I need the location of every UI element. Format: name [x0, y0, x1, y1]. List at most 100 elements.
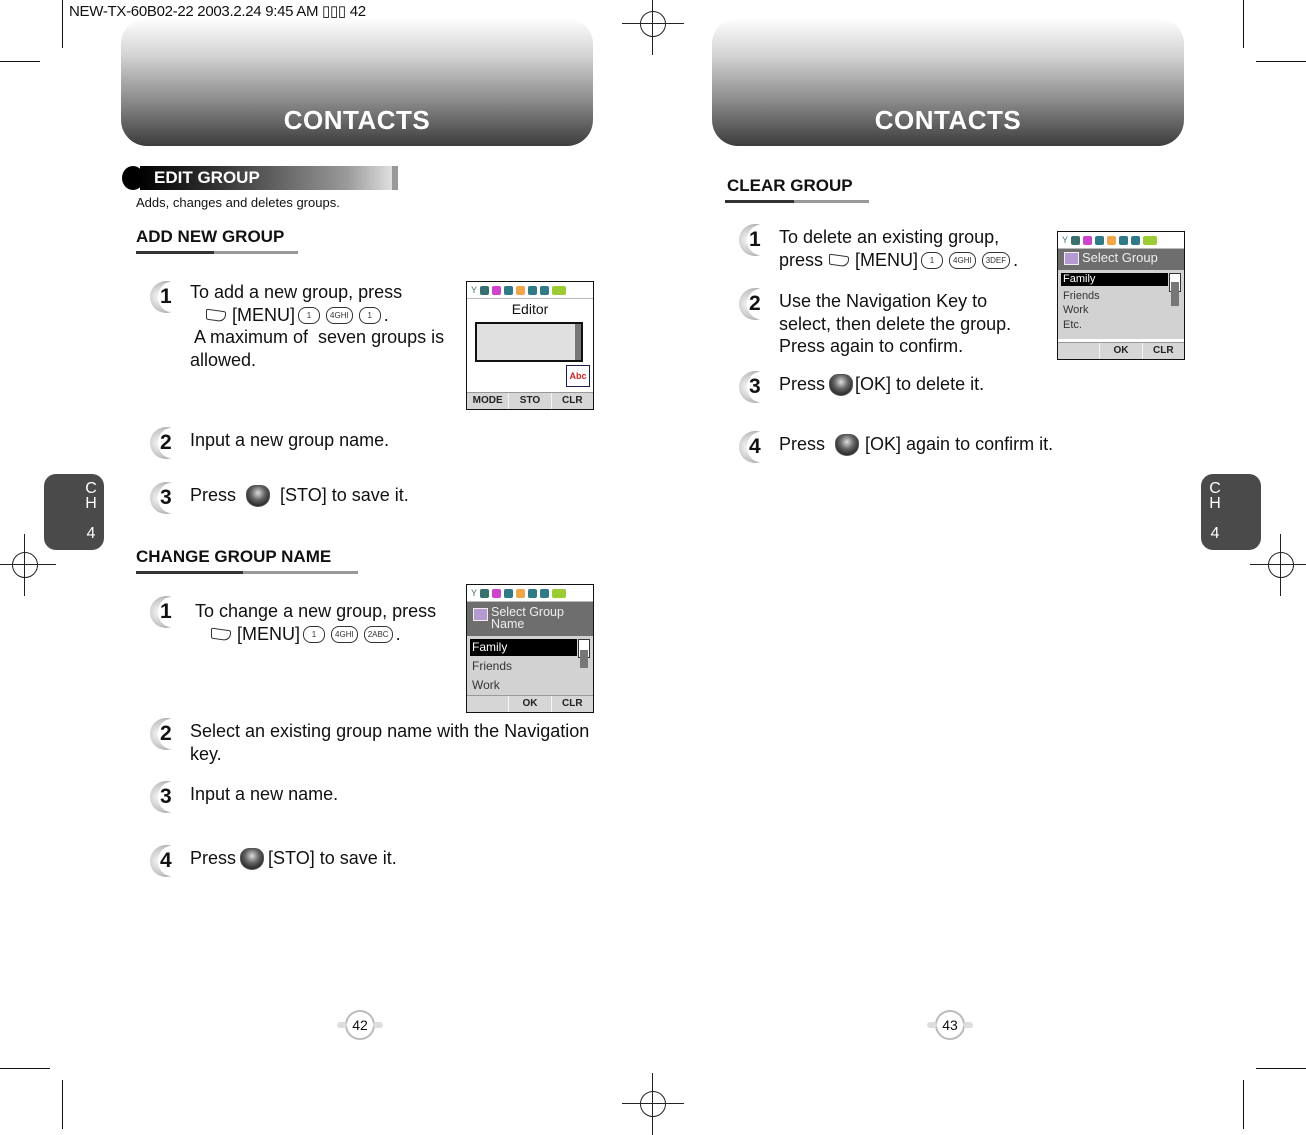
scrollbar[interactable]: [578, 639, 590, 668]
step-1-add: 1 To add a new group, press [MENU] 1 4GHI 1…: [150, 281, 470, 381]
step-4-change: 4 Press [STO] to save it.: [150, 845, 570, 877]
status-icon: [1095, 235, 1105, 245]
step-text: Select an existing group name with the N…: [190, 721, 590, 764]
softkey-sto[interactable]: STO: [509, 393, 552, 409]
step-number-badge: 4: [150, 845, 184, 877]
chapter-number: 4: [86, 525, 96, 542]
chapter-label: C H: [1209, 480, 1221, 512]
list-item-family[interactable]: Family: [1061, 273, 1168, 286]
key-4-icon: 4GHI: [949, 252, 976, 270]
heading-underline: [136, 251, 298, 254]
status-icon: [492, 285, 502, 295]
step-text: Press [STO] to save it.: [190, 484, 409, 508]
softkey-ok[interactable]: OK: [1100, 343, 1143, 359]
softkey-ok[interactable]: OK: [509, 696, 552, 712]
list-item-family[interactable]: Family: [470, 639, 577, 656]
ok-key-icon: [829, 374, 854, 397]
status-bar: Y: [1058, 232, 1184, 249]
softkey-clr[interactable]: CLR: [552, 393, 593, 409]
menu-softkey-icon: [211, 629, 231, 640]
key-2-icon: 2ABC: [363, 626, 393, 644]
group-icon: [1064, 252, 1079, 265]
list-item-work[interactable]: Work: [470, 677, 577, 694]
step-2-add: 2 Input a new group name.: [150, 427, 570, 459]
status-icon: [528, 588, 538, 598]
step-2-change: 2 Select an existing group name with the…: [150, 718, 600, 768]
crop-mark: [1256, 61, 1306, 62]
phone-screen-editor: Y Editor Abc MODE STO CLR: [466, 281, 594, 410]
phone-screen-select-group: Y Select Group Family Friends Work Etc. …: [1057, 231, 1185, 360]
status-icon: [1107, 235, 1117, 245]
softkey-clr[interactable]: CLR: [1143, 343, 1184, 359]
list-item-friends[interactable]: Friends: [470, 658, 577, 675]
section-pill-label: EDIT GROUP: [154, 168, 260, 187]
status-icon: [504, 285, 514, 295]
signal-icon: Y: [471, 285, 478, 295]
step-1-change: 1 To change a new group, press [MENU] 1 4G…: [150, 596, 460, 656]
status-icon: [1071, 235, 1081, 245]
key-1-icon: 1: [303, 626, 326, 644]
screen-header: Select Group Name: [467, 602, 593, 636]
status-icon: [1083, 235, 1093, 245]
menu-softkey-icon: [829, 255, 849, 266]
registration-mark: [0, 534, 56, 596]
crop-mark: [62, 0, 63, 48]
step-text: Use the Navigation Key to select, then d…: [779, 291, 1012, 356]
signal-icon: Y: [1062, 235, 1069, 245]
status-icon: [1119, 235, 1129, 245]
step-number-badge: 2: [150, 718, 184, 750]
step-number-badge: 3: [739, 371, 773, 403]
step-4-clear: 4 Press [OK] again to confirm it.: [739, 431, 1119, 463]
input-scrollbar: [575, 324, 581, 360]
chapter-tab-right: C H 4: [1201, 474, 1261, 550]
crop-mark: [1243, 0, 1244, 48]
scrollbar[interactable]: [1169, 273, 1181, 306]
status-icon: [504, 588, 514, 598]
heading-underline: [136, 571, 358, 574]
list-item-etc[interactable]: Etc.: [1061, 318, 1168, 333]
key-4-icon: 4GHI: [331, 626, 358, 644]
screen-header: Select Group: [1058, 249, 1184, 270]
status-bar: Y: [467, 585, 593, 602]
step-number-badge: 2: [150, 427, 184, 459]
page-banner-right: CONTACTS: [712, 18, 1184, 146]
softkey-mode[interactable]: MODE: [467, 393, 510, 409]
section-subtitle: Adds, changes and deletes groups.: [136, 195, 340, 210]
step-text: Press [OK] to delete it.: [779, 373, 984, 397]
crop-mark: [1256, 1068, 1306, 1069]
heading-clear-group: CLEAR GROUP: [727, 176, 853, 195]
ok-key-icon: [835, 434, 860, 457]
banner-title: CONTACTS: [874, 105, 1022, 135]
registration-mark: [622, 1073, 684, 1135]
step-3-change: 3 Input a new name.: [150, 781, 570, 813]
group-list: Family Friends Work Etc.: [1058, 270, 1184, 339]
input-mode-abc-icon: Abc: [566, 365, 590, 387]
softkey-bar: OK CLR: [1058, 342, 1184, 359]
step-text: To add a new group, press [MENU] 1 4GHI 1. …: [190, 282, 445, 370]
list-item-friends[interactable]: Friends: [1061, 288, 1168, 303]
step-number-badge: 1: [150, 281, 184, 313]
crop-mark: [0, 1068, 50, 1069]
step-text: Press [STO] to save it.: [190, 847, 397, 871]
text-input-field[interactable]: [475, 322, 583, 362]
step-text: To change a new group, press [MENU] 1 4GHI…: [195, 601, 437, 644]
softkey-empty: [1058, 343, 1101, 359]
status-bar: Y: [467, 282, 593, 299]
chapter-label: C H: [85, 480, 97, 512]
list-item-work[interactable]: Work: [1061, 303, 1168, 318]
screen-title: Editor: [511, 301, 549, 317]
chapter-tab-left: C H 4: [44, 474, 104, 550]
battery-icon: [552, 588, 567, 598]
step-1-clear: 1 To delete an existing group, press [MEN…: [739, 224, 1049, 280]
step-text: Press [OK] again to confirm it.: [779, 433, 1053, 457]
status-icon: [516, 285, 526, 295]
step-text: Input a new group name.: [190, 430, 390, 450]
banner-title: CONTACTS: [283, 105, 431, 135]
softkey-clr[interactable]: CLR: [552, 696, 593, 712]
softkey-bar: OK CLR: [467, 695, 593, 712]
registration-mark: [1250, 534, 1306, 596]
step-number-badge: 1: [150, 596, 184, 628]
group-list: Family Friends Work: [467, 636, 593, 697]
step-text: To delete an existing group, press [MENU]…: [779, 227, 1019, 270]
key-1-icon: 1: [298, 307, 321, 325]
